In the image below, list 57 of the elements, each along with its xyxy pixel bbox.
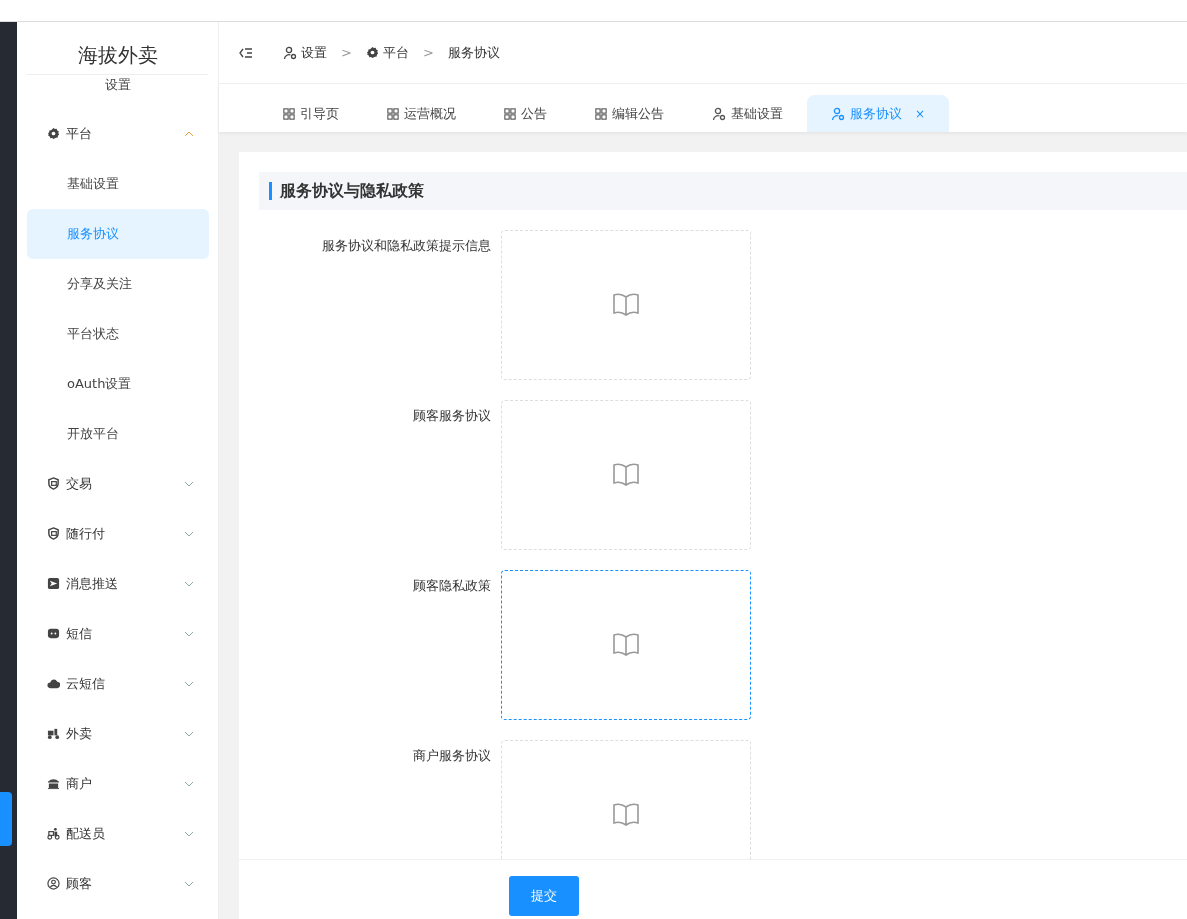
sidebar-group[interactable]: 短信 bbox=[17, 608, 218, 659]
active-indicator bbox=[0, 792, 12, 846]
field-label: 顾客服务协议 bbox=[412, 407, 492, 425]
book-icon bbox=[612, 293, 640, 317]
grid-icon bbox=[595, 107, 607, 120]
book-icon bbox=[612, 803, 640, 827]
grid-icon bbox=[504, 107, 516, 120]
sidebar-group[interactable]: 配送员 bbox=[17, 808, 218, 859]
sidebar-item[interactable]: 基础设置 bbox=[27, 158, 209, 209]
breadcrumb-item[interactable]: 平台 bbox=[365, 42, 409, 63]
tab[interactable]: 运营概况 bbox=[363, 95, 480, 132]
sidebar-group[interactable]: 外卖 bbox=[17, 708, 218, 759]
grid-icon bbox=[387, 107, 399, 120]
upload-area[interactable] bbox=[501, 570, 751, 720]
chat-icon bbox=[47, 627, 60, 640]
breadcrumb-separator: > bbox=[422, 43, 434, 62]
section-title: 服务协议与隐私政策 bbox=[280, 180, 424, 202]
book-icon bbox=[612, 633, 640, 657]
app-title: 海拔外卖 bbox=[76, 42, 159, 69]
sidebar-group[interactable]: 交易 bbox=[17, 458, 218, 509]
shield-icon bbox=[47, 527, 60, 540]
sidebar-group[interactable]: 平台 bbox=[17, 108, 218, 159]
tab[interactable]: 公告 bbox=[480, 95, 571, 132]
sidebar-item[interactable]: 平台状态 bbox=[27, 308, 209, 359]
sidebar-group[interactable]: 商户 bbox=[17, 758, 218, 809]
tab[interactable]: 编辑公告 bbox=[571, 95, 688, 132]
cloud-icon bbox=[47, 677, 60, 690]
gear-icon bbox=[365, 46, 379, 59]
sidebar-item[interactable]: 分享及关注 bbox=[27, 258, 209, 309]
breadcrumb-item: 服务协议 bbox=[447, 43, 500, 62]
section-label: 设置 bbox=[27, 74, 208, 95]
breadcrumb-item[interactable]: 设置 bbox=[283, 42, 327, 63]
sidebar-group[interactable]: 云短信 bbox=[17, 658, 218, 709]
collapse-menu-icon[interactable] bbox=[239, 46, 253, 59]
field-label: 商户服务协议 bbox=[412, 747, 492, 765]
user-gear-icon bbox=[831, 106, 845, 121]
grid-icon bbox=[283, 107, 295, 120]
scooter-icon bbox=[47, 727, 60, 740]
field-label: 顾客隐私政策 bbox=[412, 577, 492, 595]
sidebar-group[interactable]: 顾客 bbox=[17, 858, 218, 909]
sidebar-item[interactable]: oAuth设置 bbox=[27, 358, 209, 409]
user-gear-icon bbox=[283, 45, 297, 60]
field-label: 服务协议和隐私政策提示信息 bbox=[321, 237, 492, 255]
sidebar-group[interactable]: 随行付 bbox=[17, 508, 218, 559]
tab[interactable]: 引导页 bbox=[259, 95, 363, 132]
tab[interactable]: 基础设置 bbox=[688, 95, 807, 132]
sidebar-group[interactable]: 消息推送 bbox=[17, 558, 218, 609]
breadcrumb-separator: > bbox=[341, 43, 352, 62]
gear-icon bbox=[47, 127, 60, 140]
user-circle-icon bbox=[47, 877, 60, 890]
shop-icon bbox=[47, 777, 60, 790]
book-icon bbox=[612, 463, 640, 487]
shield-icon bbox=[47, 477, 60, 490]
sidebar-item[interactable]: 开放平台 bbox=[27, 408, 209, 459]
send-icon bbox=[47, 577, 60, 590]
user-gear-icon bbox=[712, 106, 726, 121]
rider-icon bbox=[47, 827, 60, 840]
